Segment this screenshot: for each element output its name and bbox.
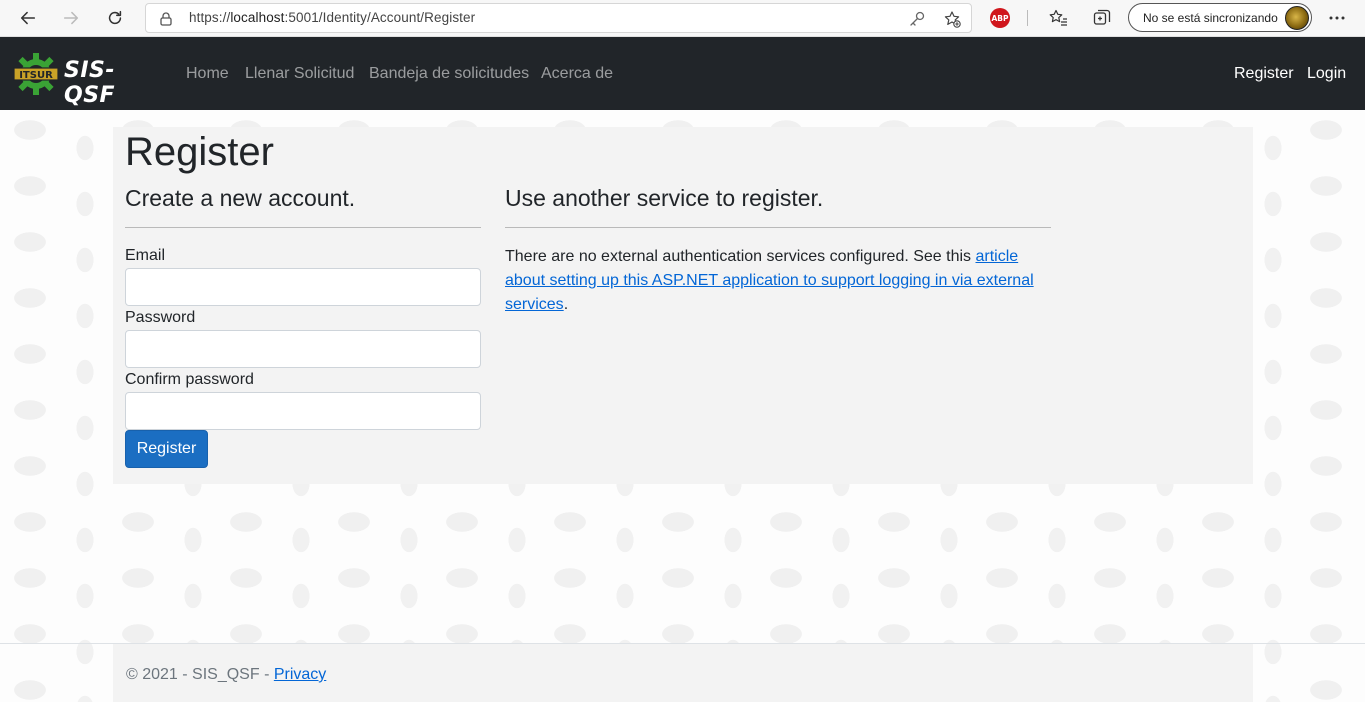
forward-button[interactable] <box>56 4 86 32</box>
add-favorite-icon[interactable] <box>943 10 961 28</box>
external-info-end: . <box>563 296 569 313</box>
password-field[interactable] <box>125 330 481 368</box>
key-icon[interactable] <box>908 10 926 28</box>
external-info-sentence: There are no external authentication ser… <box>505 248 976 265</box>
favorites-star-icon <box>1049 9 1067 26</box>
url-text[interactable]: https://localhost:5001/Identity/Account/… <box>189 10 475 25</box>
collections-button[interactable] <box>1091 7 1113 29</box>
brand-link[interactable]: ITSUR SIS-QSF <box>12 51 162 108</box>
adblock-label: ABP <box>991 13 1009 23</box>
footer: © 2021 - SIS_QSF - Privacy <box>113 644 1253 702</box>
external-info-text: There are no external authentication ser… <box>505 245 1053 317</box>
svg-text:ITSUR: ITSUR <box>19 70 53 81</box>
page-title: Register <box>125 130 274 174</box>
form-heading: Create a new account. <box>125 185 356 211</box>
nav-llenar-solicitud[interactable]: Llenar Solicitud <box>245 65 354 83</box>
toolbar-divider <box>1027 10 1028 26</box>
password-label: Password <box>125 309 196 326</box>
avatar <box>1285 6 1309 30</box>
url-scheme: https:// <box>189 10 231 25</box>
browser-toolbar: https://localhost:5001/Identity/Account/… <box>0 0 1365 37</box>
institution-logo-icon: ITSUR <box>13 53 59 95</box>
external-divider <box>505 227 1051 228</box>
brand-name: SIS-QSF <box>64 58 116 108</box>
register-button[interactable]: Register <box>125 430 208 468</box>
adblock-extension-icon[interactable]: ABP <box>990 8 1010 28</box>
email-field[interactable] <box>125 268 481 306</box>
url-host: localhost <box>230 10 285 25</box>
email-label: Email <box>125 247 166 264</box>
refresh-button[interactable] <box>100 4 130 32</box>
main-container: Register Create a new account. Email Pas… <box>113 127 1253 484</box>
arrow-left-icon <box>20 11 36 25</box>
arrow-right-icon <box>63 11 79 25</box>
favorites-button[interactable] <box>1047 7 1069 29</box>
refresh-icon <box>108 10 122 25</box>
nav-register[interactable]: Register <box>1234 65 1294 83</box>
sync-status-text: No se está sincronizando <box>1143 11 1278 25</box>
nav-home[interactable]: Home <box>186 65 229 83</box>
site-navbar: ITSUR SIS-QSF Home Llenar Solicitud Band… <box>0 37 1365 110</box>
profile-sync-button[interactable]: No se está sincronizando <box>1128 3 1312 32</box>
nav-login[interactable]: Login <box>1307 65 1346 83</box>
url-path: :5001/Identity/Account/Register <box>284 10 476 25</box>
copyright-text: © 2021 - SIS_QSF - <box>126 666 274 683</box>
nav-acerca-de[interactable]: Acerca de <box>541 65 613 83</box>
confirm-password-field[interactable] <box>125 392 481 430</box>
external-heading: Use another service to register. <box>505 185 824 211</box>
more-menu-button[interactable] <box>1326 7 1348 29</box>
privacy-link[interactable]: Privacy <box>274 666 326 683</box>
back-button[interactable] <box>13 4 43 32</box>
form-divider <box>125 227 481 228</box>
nav-bandeja[interactable]: Bandeja de solicitudes <box>369 65 529 83</box>
lock-icon[interactable] <box>158 11 174 27</box>
more-dots-icon <box>1329 16 1345 20</box>
address-bar[interactable]: https://localhost:5001/Identity/Account/… <box>145 3 972 33</box>
collections-icon <box>1093 9 1111 25</box>
footer-text: © 2021 - SIS_QSF - Privacy <box>126 666 326 684</box>
confirm-password-label: Confirm password <box>125 371 254 388</box>
